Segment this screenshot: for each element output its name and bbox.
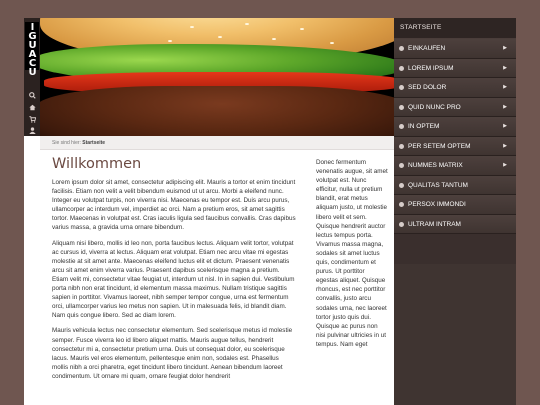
chevron-right-icon: ▶ bbox=[503, 103, 507, 110]
user-icon[interactable] bbox=[24, 127, 40, 137]
side-column-text: Donec fermentum venenatis augue, sit ame… bbox=[316, 159, 388, 348]
home-icon[interactable] bbox=[24, 104, 40, 114]
sidebar-item-persox-immondi[interactable]: PERSOX IMMONDI bbox=[394, 195, 516, 215]
breadcrumb-current[interactable]: Startseite bbox=[82, 140, 105, 146]
sidebar-nav: STARTSEITE EINKAUFEN ▶ LOREM IPSUM ▶ SED… bbox=[394, 18, 516, 405]
bullet-icon bbox=[399, 85, 404, 90]
page-title: Willkommen bbox=[52, 156, 142, 172]
bullet-icon bbox=[399, 221, 404, 227]
sidebar-item-einkaufen[interactable]: EINKAUFEN ▶ bbox=[394, 39, 516, 59]
sidebar-item-label: PER SETEM OPTEM bbox=[408, 142, 471, 150]
sidebar-item-label: SED DOLOR bbox=[408, 84, 447, 91]
sidebar-item-label: QUALITAS TANTUM bbox=[408, 181, 468, 189]
cart-icon[interactable] bbox=[24, 116, 40, 126]
sidebar-background bbox=[394, 264, 516, 405]
page-frame: IGUACU Sie sind hier: Startseite Willkom… bbox=[24, 18, 516, 405]
bullet-icon bbox=[399, 202, 404, 207]
sidebar-item-label: QUID NUNC PRO bbox=[408, 103, 461, 111]
sidebar-item-qualitas-tantum[interactable]: QUALITAS TANTUM bbox=[394, 175, 516, 195]
sidebar-item-sed-dolor[interactable]: SED DOLOR ▶ bbox=[394, 78, 516, 98]
sidebar-item-ultram-intram[interactable]: ULTRAM INTRAM bbox=[394, 214, 516, 234]
sidebar-item-label: PERSOX IMMONDI bbox=[408, 201, 466, 208]
chevron-right-icon: ▶ bbox=[503, 123, 507, 129]
chevron-right-icon: ▶ bbox=[503, 84, 507, 90]
bullet-icon bbox=[399, 124, 404, 129]
bullet-icon bbox=[399, 46, 404, 51]
chevron-right-icon: ▶ bbox=[503, 142, 507, 149]
search-icon[interactable] bbox=[24, 92, 40, 102]
hero-image-burger bbox=[40, 18, 394, 136]
logo[interactable]: IGUACU bbox=[25, 22, 39, 76]
sidebar-item-quid-nunc-pro[interactable]: QUID NUNC PRO ▶ bbox=[394, 97, 516, 117]
main-column: Willkommen Lorem ipsum dolor sit amet, c… bbox=[52, 154, 296, 387]
sidebar-item-label: ULTRAM INTRAM bbox=[408, 220, 461, 228]
bullet-icon bbox=[399, 104, 404, 110]
bullet-icon bbox=[399, 182, 404, 188]
icon-strip: IGUACU bbox=[24, 18, 40, 136]
bullet-icon bbox=[399, 65, 404, 71]
chevron-right-icon: ▶ bbox=[503, 162, 507, 168]
chevron-right-icon: ▶ bbox=[503, 64, 507, 71]
sidebar-item-lorem-ipsum[interactable]: LOREM IPSUM ▶ bbox=[394, 58, 516, 78]
chevron-right-icon: ▶ bbox=[503, 45, 507, 51]
sidebar-item-nummes-matrix[interactable]: NUMMES MATRIX ▶ bbox=[394, 156, 516, 176]
bullet-icon bbox=[399, 163, 404, 168]
sidebar-item-in-optem[interactable]: IN OPTEM ▶ bbox=[394, 117, 516, 137]
sidebar-item-label: IN OPTEM bbox=[408, 123, 440, 130]
sidebar-item-label: NUMMES MATRIX bbox=[408, 162, 463, 169]
bullet-icon bbox=[399, 143, 404, 149]
sidebar-item-per-setem-optem[interactable]: PER SETEM OPTEM ▶ bbox=[394, 136, 516, 156]
sidebar-title[interactable]: STARTSEITE bbox=[394, 18, 516, 39]
paragraph: Mauris vehicula lectus nec consectetur e… bbox=[52, 327, 293, 380]
sidebar-item-label: EINKAUFEN bbox=[408, 45, 446, 52]
breadcrumb-prefix: Sie sind hier: bbox=[52, 140, 81, 146]
sidebar-item-label: LOREM IPSUM bbox=[408, 64, 454, 72]
burger-patty bbox=[40, 86, 394, 136]
content-area: Willkommen Lorem ipsum dolor sit amet, c… bbox=[40, 150, 394, 405]
breadcrumb: Sie sind hier: Startseite bbox=[40, 136, 394, 150]
paragraph: Aliquam nisi libero, mollis id leo non, … bbox=[52, 239, 295, 320]
paragraph: Lorem ipsum dolor sit amet, consectetur … bbox=[52, 179, 296, 232]
